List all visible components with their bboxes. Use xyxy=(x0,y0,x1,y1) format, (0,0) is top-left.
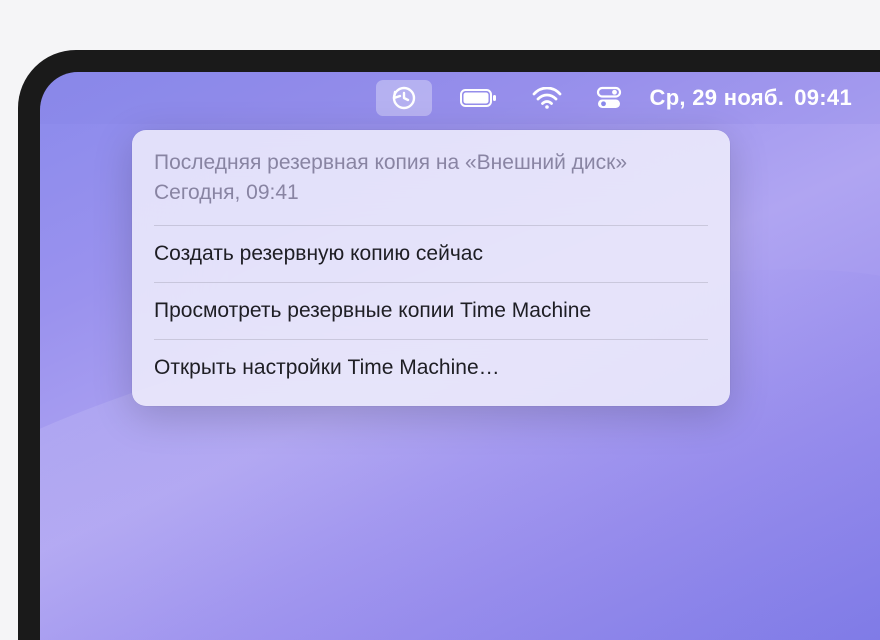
battery-icon xyxy=(460,88,498,108)
wifi-icon xyxy=(532,87,562,109)
menubar-date-label: Ср, 29 нояб. xyxy=(650,85,785,111)
dropdown-item-backup-now[interactable]: Создать резервную копию сейчас xyxy=(132,228,730,280)
menubar-item-control-center[interactable] xyxy=(590,80,628,116)
menubar-time-label: 09:41 xyxy=(794,85,852,111)
device-frame: Ср, 29 нояб. 09:41 Последняя резервная к… xyxy=(18,50,880,640)
timemachine-dropdown: Последняя резервная копия на «Внешний ди… xyxy=(132,130,730,406)
dropdown-item-browse-backups[interactable]: Просмотреть резервные копии Time Machine xyxy=(132,285,730,337)
menubar-item-battery[interactable] xyxy=(454,80,504,116)
dropdown-last-backup-time: Сегодня, 09:41 xyxy=(154,178,708,208)
menubar: Ср, 29 нояб. 09:41 xyxy=(40,72,880,124)
menubar-item-wifi[interactable] xyxy=(526,80,568,116)
timemachine-icon xyxy=(390,84,418,112)
dropdown-last-backup-label: Последняя резервная копия на «Внешний ди… xyxy=(154,148,708,178)
control-center-icon xyxy=(596,85,622,111)
menubar-item-timemachine[interactable] xyxy=(376,80,432,116)
divider xyxy=(154,282,708,283)
dropdown-header: Последняя резервная копия на «Внешний ди… xyxy=(132,142,730,223)
divider xyxy=(154,339,708,340)
dropdown-item-open-settings[interactable]: Открыть настройки Time Machine… xyxy=(132,342,730,394)
divider xyxy=(154,225,708,226)
menubar-clock[interactable]: Ср, 29 нояб. 09:41 xyxy=(650,85,853,111)
desktop-screen: Ср, 29 нояб. 09:41 Последняя резервная к… xyxy=(40,72,880,640)
